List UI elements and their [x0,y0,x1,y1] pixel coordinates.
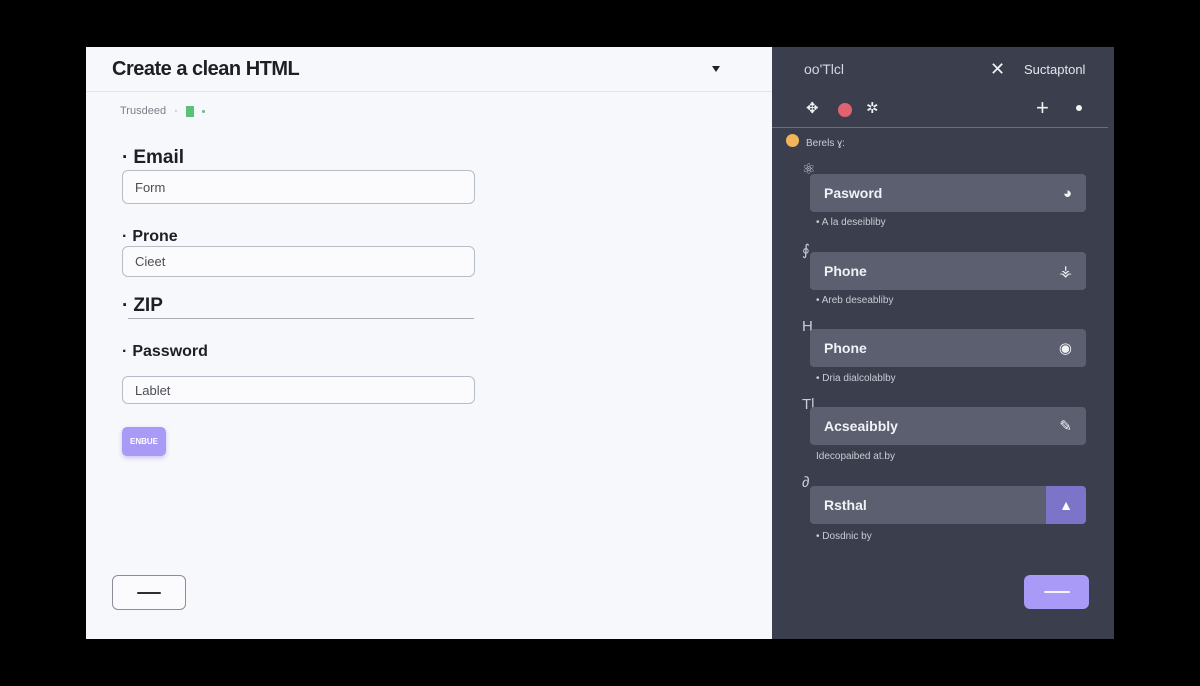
list-item[interactable]: Rsthal ▲ [810,486,1086,524]
list-item[interactable]: Pasword ◕ [810,174,1086,212]
list-item[interactable]: Phone ◉ [810,329,1086,367]
app-window: Create a clean HTML Trusdeed · · Email F… [86,47,1114,639]
menu-button[interactable] [112,575,186,610]
email-label: · Email [122,147,185,168]
item-glyph-icon: ∮ [802,242,810,259]
side-action-link[interactable]: Suctaptonl [1024,62,1085,77]
item-caption: • Dria dialcolablby [816,373,896,384]
minus-icon [137,591,161,594]
form-panel: Create a clean HTML Trusdeed · · Email F… [86,47,772,639]
item-caption: • A la deseibliby [816,217,886,228]
status-dot-icon [201,109,205,113]
side-panel-title: oo'Tlcl [804,61,845,77]
plus-icon[interactable]: + [1036,95,1049,121]
password-field[interactable]: Lablet [122,376,475,404]
more-icon[interactable] [1076,105,1082,111]
list-item[interactable]: Phone ⚶ [810,252,1086,290]
close-icon[interactable]: ✕ [990,59,1005,80]
move-tool-icon[interactable]: ✥ [806,99,819,117]
status-dot-icon [786,134,799,147]
subline-text: Trusdeed [120,105,167,117]
divider [772,127,1108,128]
record-icon[interactable] [838,103,852,117]
email-field[interactable]: Form [122,170,475,204]
primary-action-button[interactable] [1024,575,1089,609]
section-label: Berels ɣ: [806,138,845,149]
edit-icon[interactable]: ✎ [1059,417,1072,435]
list-item[interactable]: Acseaibbly ✎ [810,407,1086,445]
status-chip-icon [185,105,194,117]
subline-separator: · [174,105,178,117]
password-label: · Password [122,343,208,360]
toggle-icon[interactable]: ◕ [1063,185,1072,202]
item-caption: • Dosdnic by [816,531,872,542]
chevron-down-icon[interactable] [712,66,720,72]
page-title: Create a clean HTML [112,57,300,80]
item-caption: Idecopaibed at.by [816,451,895,462]
phone-label: · Prone [122,228,178,245]
submit-button[interactable]: ENBUE [122,427,166,456]
side-panel: oo'Tlcl ✕ Suctaptonl ✥ ✲ + Berels ɣ: ⚛ P… [772,47,1114,639]
minus-icon [1043,591,1070,593]
breadcrumb: Trusdeed · [120,105,205,117]
form-header: Create a clean HTML [86,47,772,92]
item-glyph-icon: ∂ [802,474,810,491]
eye-icon[interactable]: ◉ [1059,339,1072,357]
zip-label: · ZIP [122,295,163,316]
warning-icon[interactable]: ▲ [1046,486,1086,524]
item-caption: • Areb deseabliby [816,295,894,306]
settings-tool-icon[interactable]: ✲ [866,99,879,117]
phone-field[interactable]: Cieet [122,246,475,277]
person-icon[interactable]: ⚶ [1059,262,1072,280]
zip-field[interactable] [128,318,474,319]
